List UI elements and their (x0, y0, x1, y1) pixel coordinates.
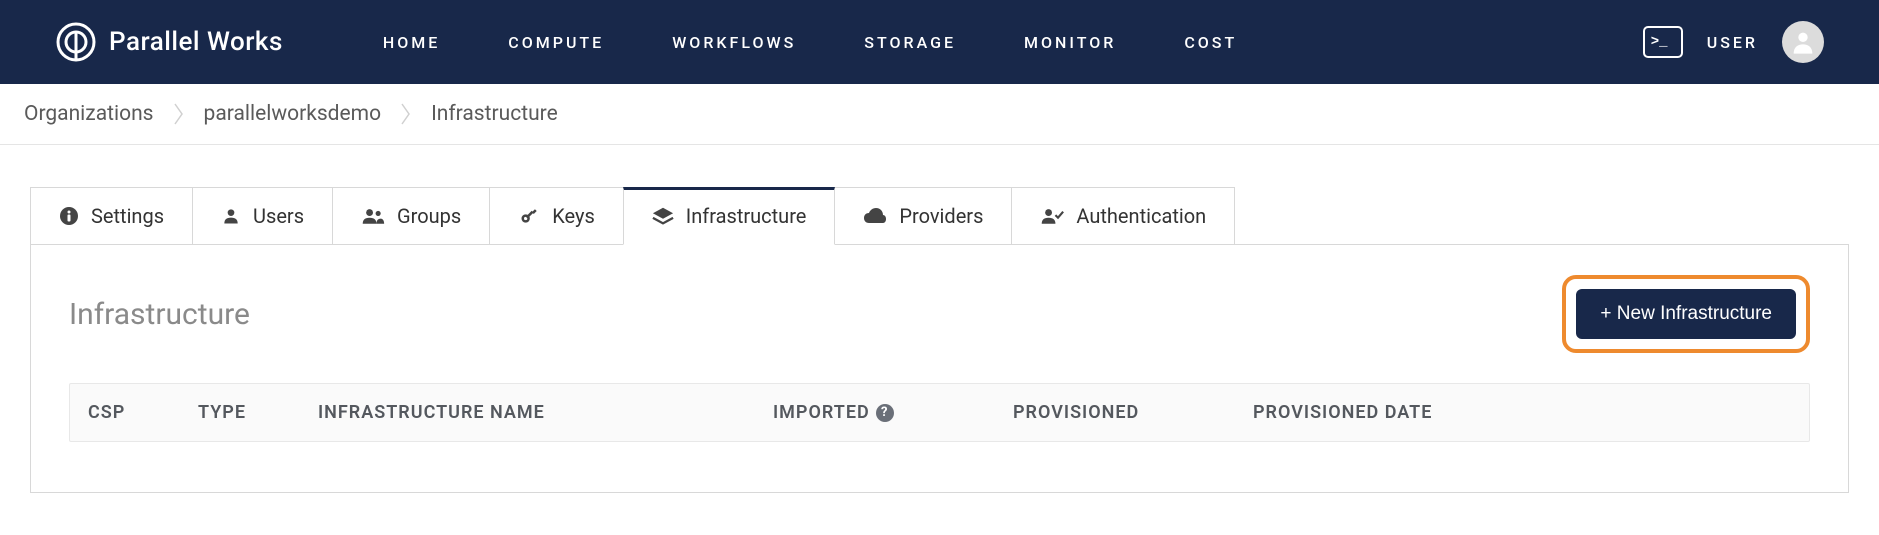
nav-storage[interactable]: STORAGE (864, 33, 956, 52)
logo-text: Parallel Works (109, 27, 283, 57)
nav-cost[interactable]: COST (1184, 33, 1237, 52)
tab-label: Users (253, 204, 304, 228)
cloud-icon (863, 207, 887, 225)
key-icon (518, 206, 540, 226)
table-header-row: CSP TYPE INFRASTRUCTURE NAME IMPORTED ? … (70, 384, 1809, 441)
users-icon (361, 206, 385, 226)
panel-header: Infrastructure + New Infrastructure (69, 275, 1810, 353)
breadcrumb-org-name[interactable]: parallelworksdemo (204, 102, 382, 126)
nav-workflows[interactable]: WORKFLOWS (672, 33, 796, 52)
tab-label: Infrastructure (686, 204, 807, 228)
tab-groups[interactable]: Groups (332, 187, 490, 244)
header-right: >_ USER (1643, 21, 1824, 63)
chevron-right-icon (401, 102, 411, 126)
avatar-icon (1789, 28, 1817, 56)
th-name: INFRASTRUCTURE NAME (318, 402, 733, 423)
new-infrastructure-button[interactable]: + New Infrastructure (1576, 289, 1796, 339)
tab-settings[interactable]: Settings (30, 187, 193, 244)
user-check-icon (1040, 206, 1064, 226)
logo[interactable]: Parallel Works (55, 21, 283, 63)
tab-users[interactable]: Users (192, 187, 333, 244)
table: CSP TYPE INFRASTRUCTURE NAME IMPORTED ? … (69, 383, 1810, 442)
breadcrumb: Organizations parallelworksdemo Infrastr… (0, 84, 1879, 145)
logo-icon (55, 21, 97, 63)
user-label: USER (1707, 33, 1758, 52)
content: Settings Users Groups Keys (0, 145, 1879, 535)
help-icon[interactable]: ? (876, 404, 894, 422)
th-type: TYPE (198, 402, 278, 423)
th-imported: IMPORTED ? (773, 402, 973, 423)
nav-compute[interactable]: COMPUTE (508, 33, 604, 52)
highlight-ring: + New Infrastructure (1562, 275, 1810, 353)
th-csp: CSP (88, 402, 158, 423)
breadcrumb-section[interactable]: Infrastructure (431, 102, 558, 126)
breadcrumb-organizations[interactable]: Organizations (24, 102, 154, 126)
tabs: Settings Users Groups Keys (30, 187, 1849, 245)
user-icon (221, 206, 241, 226)
layers-icon (652, 206, 674, 226)
tab-label: Keys (552, 204, 595, 228)
panel: Infrastructure + New Infrastructure CSP … (30, 245, 1849, 493)
tab-label: Providers (899, 204, 983, 228)
main-nav: HOME COMPUTE WORKFLOWS STORAGE MONITOR C… (383, 33, 1237, 52)
tab-label: Groups (397, 204, 461, 228)
nav-monitor[interactable]: MONITOR (1024, 33, 1116, 52)
terminal-icon[interactable]: >_ (1643, 26, 1683, 58)
info-icon (59, 206, 79, 226)
app-header: Parallel Works HOME COMPUTE WORKFLOWS ST… (0, 0, 1879, 84)
tab-label: Authentication (1076, 204, 1206, 228)
th-provisioned-date: PROVISIONED DATE (1253, 402, 1791, 423)
tab-keys[interactable]: Keys (489, 187, 624, 244)
nav-home[interactable]: HOME (383, 33, 440, 52)
tab-infrastructure[interactable]: Infrastructure (623, 187, 836, 245)
panel-title: Infrastructure (69, 297, 250, 332)
tab-providers[interactable]: Providers (834, 187, 1012, 244)
avatar[interactable] (1782, 21, 1824, 63)
chevron-right-icon (174, 102, 184, 126)
tab-label: Settings (91, 204, 164, 228)
th-provisioned: PROVISIONED (1013, 402, 1213, 423)
tab-authentication[interactable]: Authentication (1011, 187, 1235, 244)
